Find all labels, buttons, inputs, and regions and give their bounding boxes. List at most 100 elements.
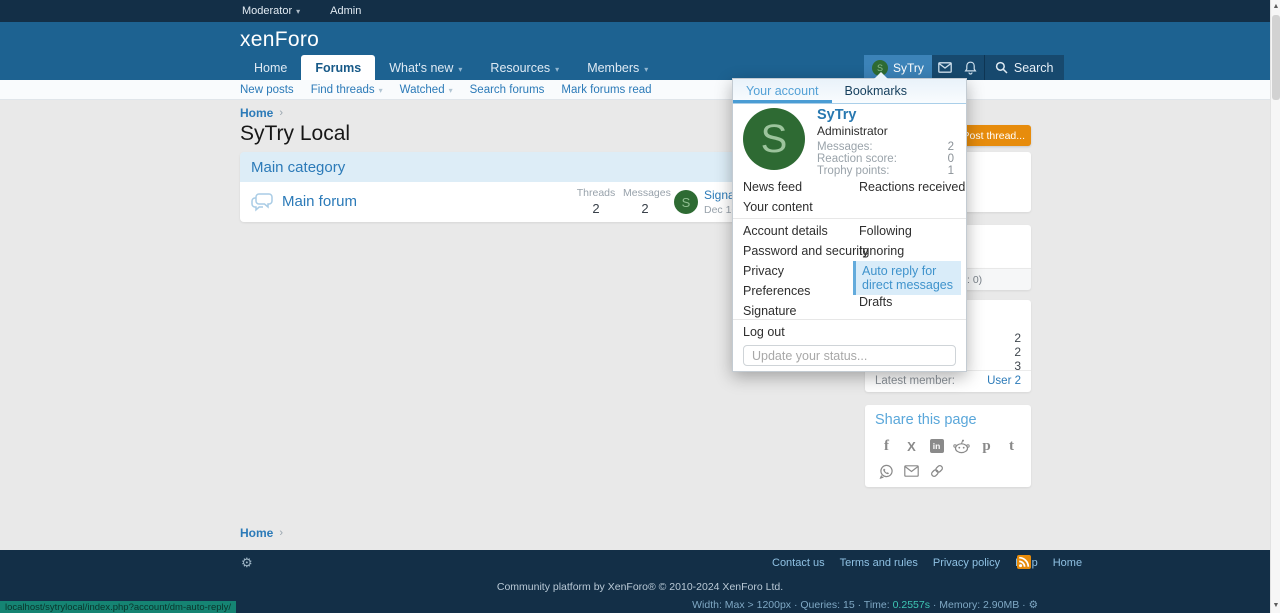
user-role: Administrator [817, 124, 888, 138]
chevron-down-icon [449, 84, 453, 96]
breadcrumb: Home › [240, 526, 283, 540]
stat-messages-value: 2 [1014, 345, 1021, 359]
chevron-down-icon [458, 61, 462, 75]
tumblr-icon[interactable]: t [999, 436, 1024, 456]
breadcrumb-separator: › [279, 527, 283, 539]
debug-stats: Width: Max > 1200px · Queries: 15 · Time… [692, 599, 1038, 611]
moderator-menu[interactable]: Moderator [242, 5, 300, 17]
forum-chat-icon [250, 191, 274, 213]
alerts-button[interactable] [958, 55, 984, 80]
whatsapp-icon[interactable] [874, 461, 899, 481]
reddit-icon[interactable] [949, 436, 974, 456]
dropdown-tabs: Your account Bookmarks [733, 79, 966, 104]
menu-news-feed[interactable]: News feed [743, 180, 802, 194]
breadcrumb-home-link[interactable]: Home [240, 526, 273, 540]
menu-preferences[interactable]: Preferences [743, 284, 810, 298]
linkedin-icon[interactable] [924, 436, 949, 456]
search-button[interactable]: Search [985, 55, 1064, 80]
menu-your-content[interactable]: Your content [743, 200, 813, 214]
divider [733, 218, 966, 219]
threads-column: Threads 2 [574, 187, 618, 216]
bell-icon [964, 61, 977, 75]
footer-privacy-policy[interactable]: Privacy policy [933, 557, 1000, 569]
rss-icon[interactable] [1017, 555, 1031, 569]
mail-icon [938, 62, 952, 73]
share-title[interactable]: Share this page [875, 412, 977, 428]
subnav-new-posts[interactable]: New posts [240, 84, 294, 96]
email-share-icon[interactable] [899, 461, 924, 481]
header: xenForo Home Forums What's new Resources… [0, 22, 1280, 80]
menu-account-details[interactable]: Account details [743, 224, 828, 238]
gear-icon[interactable] [1026, 599, 1038, 611]
screen: Moderator Admin xenForo Home Forums What… [0, 0, 1280, 613]
scrollbar[interactable] [1270, 0, 1280, 613]
account-dropdown: Your account Bookmarks S SyTry Administr… [732, 78, 967, 372]
avatar[interactable]: S [743, 108, 805, 170]
page-title: SyTry Local [240, 122, 350, 146]
facebook-icon[interactable]: f [874, 436, 899, 456]
scroll-up-arrow[interactable] [1271, 1, 1280, 13]
dropdown-arrow [874, 72, 888, 79]
x-twitter-icon[interactable]: X [899, 436, 924, 456]
inbox-button[interactable] [932, 55, 958, 80]
debug-time[interactable]: 0.2557s [893, 599, 930, 611]
stat-trophy-points: Trophy points:1 [817, 165, 954, 177]
nav-tab-resources[interactable]: Resources [476, 55, 573, 80]
copy-link-icon[interactable] [924, 461, 949, 481]
share-this-page-block: Share this page f X p t [865, 405, 1031, 487]
stat-messages: Messages:2 [817, 141, 954, 153]
footer-terms-and-rules[interactable]: Terms and rules [840, 557, 918, 569]
status-input[interactable] [743, 345, 956, 366]
gear-icon[interactable] [241, 555, 253, 571]
xenforo-logo[interactable]: xenForo [240, 28, 319, 52]
menu-password-and-security[interactable]: Password and security [743, 244, 869, 258]
forums-subnav: New posts Find threads Watched Search fo… [0, 80, 1270, 100]
menu-drafts[interactable]: Drafts [859, 295, 892, 309]
latest-member-link[interactable]: User 2 [987, 375, 1021, 387]
chevron-down-icon [379, 84, 383, 96]
dropdown-username-link[interactable]: SyTry [817, 107, 857, 123]
subnav-search-forums[interactable]: Search forums [470, 84, 545, 96]
subnav-watched[interactable]: Watched [400, 84, 453, 96]
stat-reaction-score: Reaction score:0 [817, 153, 954, 165]
footer-contact-us[interactable]: Contact us [772, 557, 825, 569]
nav-tab-whats-new[interactable]: What's new [375, 55, 476, 80]
tab-bookmarks[interactable]: Bookmarks [832, 79, 921, 103]
main-nav: Home Forums What's new Resources Members [240, 55, 662, 80]
messages-column: Messages 2 [623, 187, 667, 216]
admin-bar: Moderator Admin [0, 0, 1280, 22]
pinterest-icon[interactable]: p [974, 436, 999, 456]
menu-ignoring[interactable]: Ignoring [859, 244, 904, 258]
footer-links: Contact us Terms and rules Privacy polic… [772, 557, 1082, 569]
menu-reactions-received[interactable]: Reactions received [859, 180, 965, 194]
subnav-mark-forums-read[interactable]: Mark forums read [561, 84, 651, 96]
scrollbar-thumb[interactable] [1272, 15, 1280, 100]
menu-log-out[interactable]: Log out [743, 325, 785, 339]
link-preview-url: localhost/sytrylocal/index.php?account/d… [0, 601, 236, 613]
breadcrumb: Home › [240, 106, 283, 120]
menu-signature[interactable]: Signature [743, 304, 797, 318]
stat-threads-value: 2 [1014, 331, 1021, 345]
menu-auto-reply-direct-messages[interactable]: Auto reply for direct messages [853, 261, 961, 295]
nav-tab-members[interactable]: Members [573, 55, 662, 80]
breadcrumb-home-link[interactable]: Home [240, 106, 273, 120]
forum-link[interactable]: Main forum [282, 193, 357, 210]
tab-your-account[interactable]: Your account [733, 79, 832, 103]
avatar[interactable]: S [674, 190, 698, 214]
nav-tab-home[interactable]: Home [240, 55, 301, 80]
breadcrumb-separator: › [279, 107, 283, 119]
header-right-cluster: S SyTry Search [864, 55, 1064, 80]
latest-member-label: Latest member: [875, 375, 955, 387]
nav-tab-forums[interactable]: Forums [301, 55, 375, 80]
chevron-down-icon [644, 61, 648, 75]
copyright-text: Community platform by XenForo® © 2010-20… [0, 581, 1280, 593]
footer-home[interactable]: Home [1053, 557, 1082, 569]
scroll-down-arrow[interactable] [1271, 600, 1280, 612]
menu-privacy[interactable]: Privacy [743, 264, 784, 278]
subnav-find-threads[interactable]: Find threads [311, 84, 383, 96]
menu-following[interactable]: Following [859, 224, 912, 238]
search-icon [995, 61, 1008, 74]
admin-link[interactable]: Admin [330, 5, 361, 17]
divider [733, 319, 966, 320]
chevron-down-icon [296, 5, 300, 17]
